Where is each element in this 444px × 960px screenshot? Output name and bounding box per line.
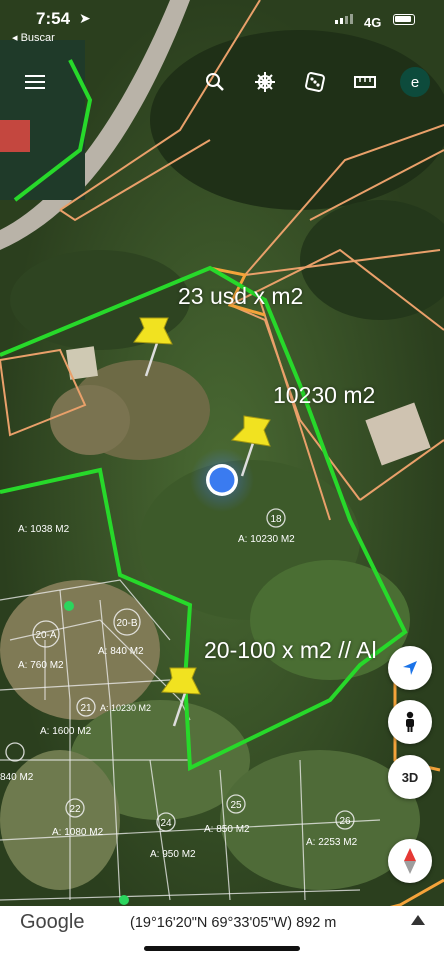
- menu-button[interactable]: [20, 68, 50, 96]
- lot-number: 22: [69, 804, 81, 815]
- lot-number: 20-B: [116, 618, 137, 629]
- lot-number: 20-A: [35, 630, 56, 641]
- compass-button[interactable]: [388, 839, 432, 883]
- voyager-button[interactable]: [250, 68, 280, 96]
- lot-area: A: 2253 M2: [306, 837, 358, 848]
- feeling-lucky-button[interactable]: [300, 68, 330, 96]
- search-icon: [206, 73, 224, 91]
- measure-button[interactable]: [350, 68, 380, 96]
- 3d-toggle-button[interactable]: 3D: [388, 755, 432, 799]
- pegman-icon: [406, 711, 414, 732]
- lot-area: A: 1038 M2: [18, 524, 70, 535]
- green-marker: [119, 895, 129, 905]
- lot-area: 840 M2: [0, 772, 34, 783]
- lot-area: A: 10230 M2: [100, 703, 151, 713]
- lot-area: A: 1080 M2: [52, 827, 104, 838]
- ships-wheel-icon: [255, 72, 275, 92]
- search-button[interactable]: [200, 68, 230, 96]
- expand-up-icon[interactable]: [410, 914, 426, 926]
- lot-number: 24: [160, 818, 172, 829]
- lot-number: 21: [80, 703, 92, 714]
- account-avatar[interactable]: e: [400, 67, 430, 97]
- dice-icon: [305, 72, 325, 92]
- compass-icon: [404, 848, 416, 874]
- ruler-icon: [354, 76, 376, 88]
- lot-area: A: 840 M2: [98, 646, 144, 657]
- map-label: 23 usd x m2: [178, 283, 304, 309]
- network-type: 4G: [364, 15, 382, 30]
- lot-number: 18: [270, 514, 282, 525]
- back-to-search-link[interactable]: ◂ Buscar: [12, 31, 55, 44]
- map-label: 20-100 x m2 // Al: [204, 637, 377, 663]
- google-logo: Google: [20, 911, 85, 933]
- lot-area: A: 10230 M2: [238, 534, 295, 545]
- satellite-map[interactable]: 18 A: 10230 M2 A: 1038 M2 20-A A: 760 M2…: [0, 0, 444, 960]
- lot-number: 25: [230, 800, 242, 811]
- clock: 7:54: [36, 9, 71, 28]
- battery-icon: [393, 14, 415, 25]
- coordinates-readout: (19°16'20"N 69°33'05"W) 892 m: [130, 915, 337, 931]
- lot-area: A: 760 M2: [18, 660, 64, 671]
- map-label: 10230 m2: [273, 382, 376, 408]
- my-location-dot[interactable]: [209, 467, 235, 493]
- navigation-arrow-icon: [403, 661, 417, 675]
- location-arrow-icon: ➤: [79, 10, 91, 26]
- green-marker: [64, 601, 74, 611]
- home-indicator[interactable]: [144, 946, 300, 951]
- hamburger-icon: [25, 75, 45, 89]
- development-plot: [0, 120, 30, 152]
- pegman-button[interactable]: [388, 700, 432, 744]
- lot-area: A: 850 M2: [204, 824, 250, 835]
- signal-icon: [335, 14, 353, 24]
- status-bar: 7:54 ➤ ◂ Buscar 4G: [0, 0, 444, 46]
- lot-number: 26: [339, 816, 351, 827]
- my-location-button[interactable]: [388, 646, 432, 690]
- lot-area: A: 950 M2: [150, 849, 196, 860]
- lot-area: A: 1600 M2: [40, 726, 92, 737]
- bottom-info-bar: Google (19°16'20"N 69°33'05"W) 892 m: [0, 906, 444, 960]
